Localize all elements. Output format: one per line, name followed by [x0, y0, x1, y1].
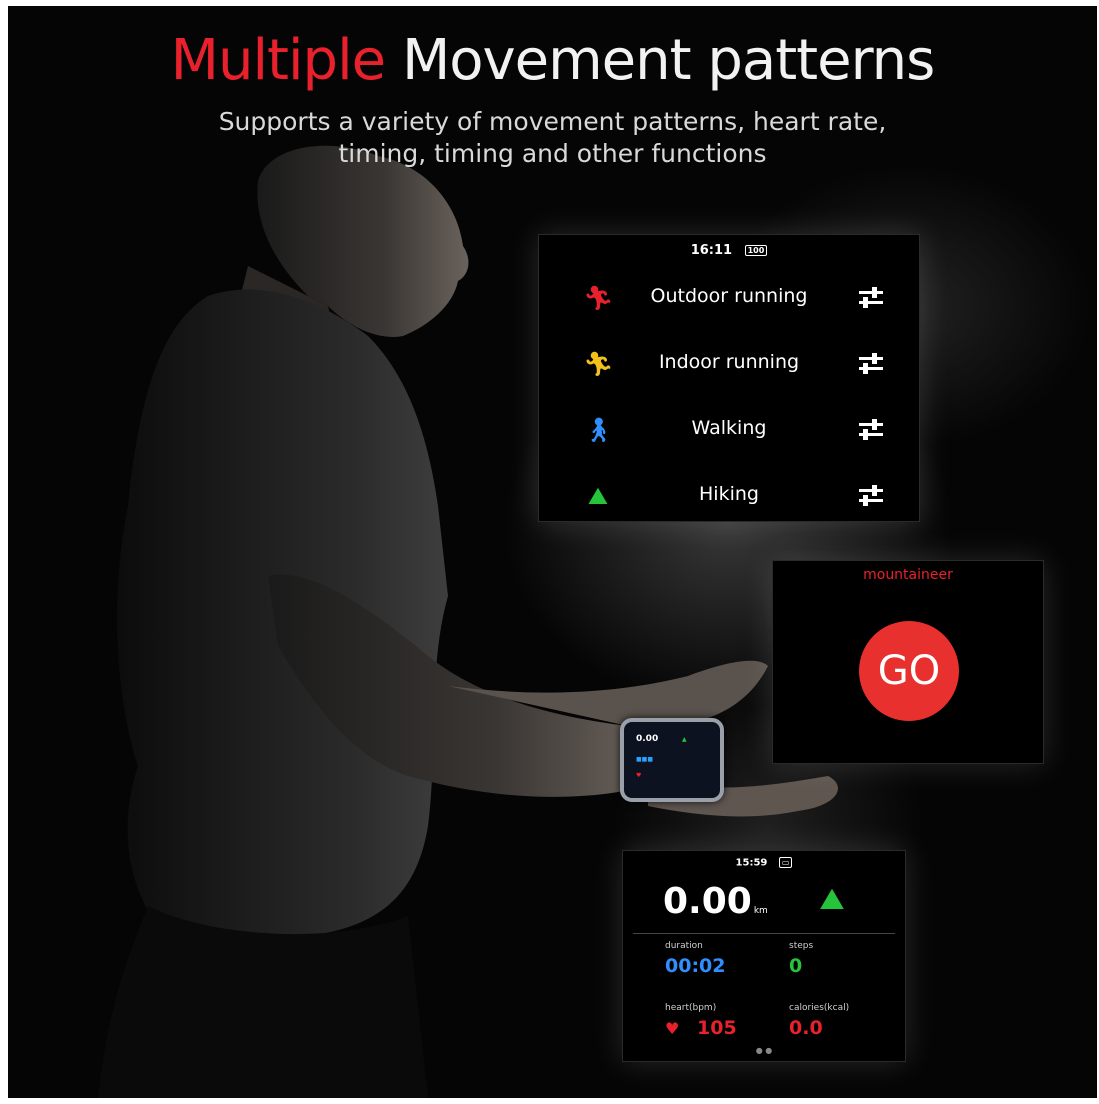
start-screen: mountaineer GO	[772, 560, 1044, 764]
sport-item-walking[interactable]: 🚶︎ Walking	[539, 409, 919, 449]
running-icon: 🏃︎	[583, 284, 614, 312]
subtitle-line-2: timing, timing and other functions	[338, 139, 767, 168]
battery-icon: 100	[744, 245, 768, 256]
calories-value: 0.0	[789, 1017, 823, 1039]
settings-sliders-icon[interactable]	[857, 352, 885, 376]
status-bar: 15:59 ▭	[623, 857, 905, 869]
treadmill-icon: 🏃︎	[583, 350, 614, 378]
clock: 16:11	[690, 243, 733, 258]
heart-rate-label: heart(bpm)	[665, 1003, 717, 1013]
smartwatch-device: 0.00 ■■■ ▲ ♥	[620, 718, 724, 802]
heart-rate-value: 105	[697, 1017, 737, 1039]
sport-item-label: Outdoor running	[650, 285, 808, 307]
watch-duration-dot: ■■■	[636, 756, 654, 763]
subtitle: Supports a variety of movement patterns,…	[8, 106, 1097, 170]
watch-heart-icon: ♥	[636, 772, 642, 779]
page-indicator: ● ●	[755, 1046, 773, 1055]
go-button[interactable]: GO	[859, 621, 959, 721]
steps-label: steps	[789, 941, 814, 951]
sport-item-hiking[interactable]: ⛰︎ Hiking	[539, 475, 919, 515]
steps-value: 0	[789, 955, 803, 977]
sport-item-label: Indoor running	[658, 351, 800, 373]
sport-item-outdoor-running[interactable]: 🏃︎ Outdoor running	[539, 277, 919, 317]
workout-screen: 15:59 ▭ 0.00 km ⛰︎ duration 00:02 steps 0…	[622, 850, 906, 1062]
distance-value: 0.00	[663, 881, 752, 922]
walking-icon: 🚶︎	[583, 416, 614, 444]
watch-distance: 0.00	[636, 734, 659, 744]
calories-label: calories(kcal)	[789, 1003, 850, 1013]
battery-icon: ▭	[778, 857, 793, 868]
clock: 15:59	[735, 857, 768, 869]
subtitle-line-1: Supports a variety of movement patterns,…	[218, 107, 887, 136]
settings-sliders-icon[interactable]	[857, 484, 885, 508]
settings-sliders-icon[interactable]	[857, 286, 885, 310]
headline-highlight: Multiple	[170, 28, 386, 93]
sport-list-screen: 16:11 100 🏃︎ Outdoor running 🏃︎ Indoor r…	[538, 234, 920, 522]
duration-label: duration	[665, 941, 703, 951]
product-banner: Multiple Movement patterns Supports a va…	[8, 6, 1097, 1098]
sport-item-label: Walking	[691, 417, 767, 439]
divider	[633, 933, 895, 934]
heart-icon: ♥	[665, 1019, 680, 1038]
headline: Multiple Movement patterns	[8, 28, 1097, 93]
watch-hiking-icon: ▲	[682, 736, 687, 743]
sport-item-label: Hiking	[699, 483, 759, 505]
hiking-icon: ⛰︎	[587, 482, 609, 510]
headline-rest: Movement patterns	[401, 28, 935, 93]
duration-value: 00:02	[665, 955, 726, 977]
sport-mode-label: mountaineer	[863, 567, 953, 583]
distance-readout: 0.00 km	[663, 881, 768, 922]
sport-item-indoor-running[interactable]: 🏃︎ Indoor running	[539, 343, 919, 383]
status-bar: 16:11 100	[539, 243, 919, 258]
hiking-icon: ⛰︎	[819, 882, 845, 917]
settings-sliders-icon[interactable]	[857, 418, 885, 442]
distance-unit: km	[753, 906, 768, 916]
